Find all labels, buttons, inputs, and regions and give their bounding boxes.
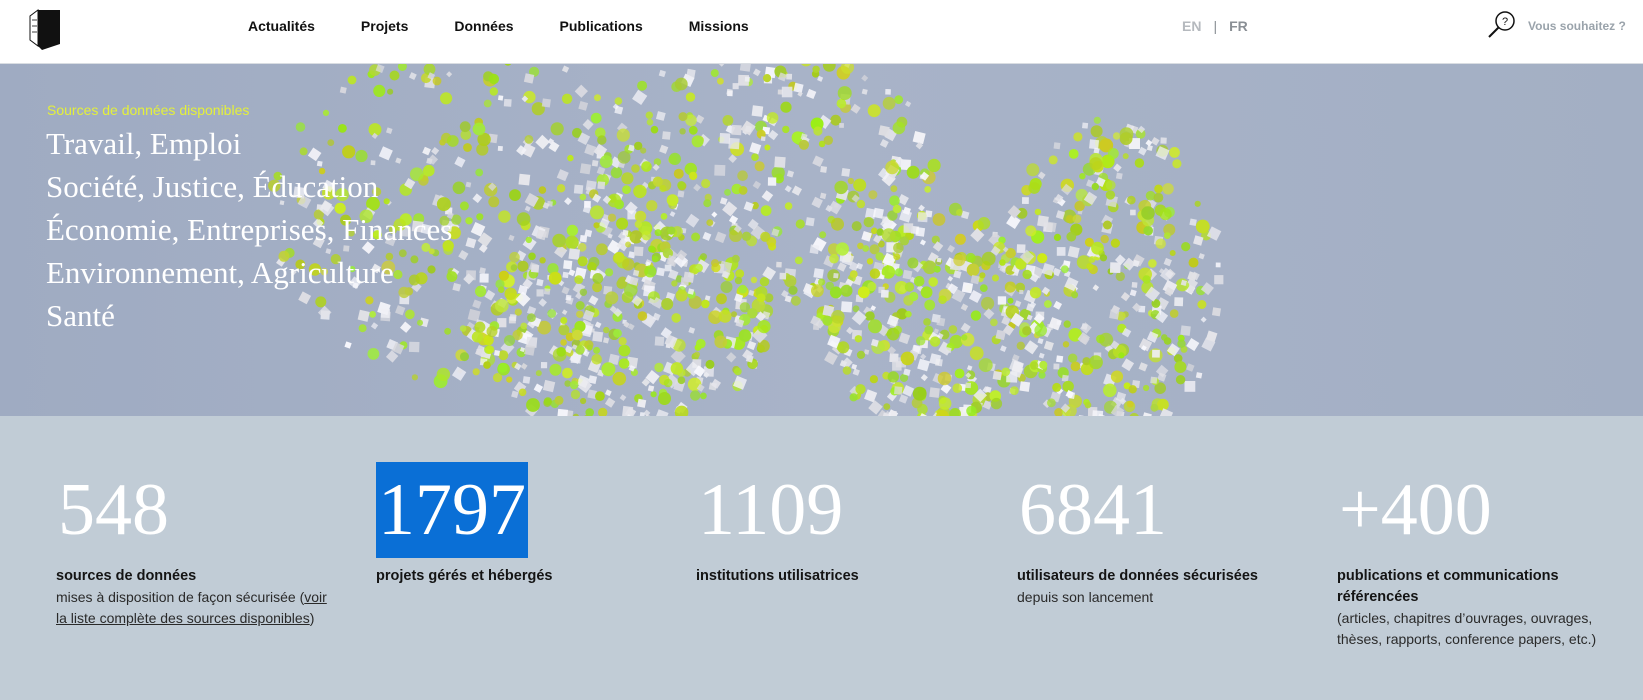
hero-kicker: Sources de données disponibles (47, 102, 250, 118)
stat-label: sources de données (56, 568, 197, 584)
stats-section: 548 sources de données mises à dispositi… (0, 416, 1643, 700)
site-header: Actualités Projets Données Publications … (0, 0, 1643, 64)
stat-description: depuis son lancement (1017, 589, 1154, 605)
stat-projects: 1797 projets gérés et hébergés (376, 462, 656, 587)
hero-topic[interactable]: Société, Justice, Éducation (46, 165, 452, 208)
nav-actualites[interactable]: Actualités (248, 18, 315, 34)
nav-publications[interactable]: Publications (560, 18, 643, 34)
stat-label: utilisateurs de données sécurisées (1017, 568, 1258, 584)
stat-value: 6841 (1019, 469, 1167, 551)
svg-text:?: ? (1502, 16, 1508, 28)
stat-description: mises à disposition de façon sécurisée (… (56, 589, 327, 626)
stat-value: 1109 (698, 469, 844, 551)
stat-value: +400 (1339, 469, 1492, 551)
stat-publications: +400 publications et communications réfé… (1337, 462, 1627, 650)
casd-logo-icon[interactable] (24, 6, 64, 52)
nav-projets[interactable]: Projets (361, 18, 408, 34)
nav-donnees[interactable]: Données (454, 18, 513, 34)
stat-value: 1797 (376, 462, 528, 558)
stat-label: projets gérés et hébergés (376, 568, 553, 584)
lang-en[interactable]: EN (1182, 18, 1201, 34)
question-search-icon[interactable]: ? (1487, 10, 1517, 40)
stat-description: (articles, chapitres d’ouvrages, ouvrage… (1337, 610, 1597, 647)
stat-label: publications et communications référencé… (1337, 568, 1559, 605)
hero-topic[interactable]: Santé (46, 294, 452, 337)
hero-topic[interactable]: Économie, Entreprises, Finances (46, 208, 452, 251)
main-nav: Actualités Projets Données Publications … (248, 0, 795, 52)
stat-users: 6841 utilisateurs de données sécurisées … (1017, 462, 1297, 608)
stat-institutions: 1109 institutions utilisatrices (696, 462, 976, 587)
hero-topic-list: Travail, Emploi Société, Justice, Éducat… (46, 122, 452, 337)
hero-topic[interactable]: Environnement, Agriculture (46, 251, 452, 294)
nav-missions[interactable]: Missions (689, 18, 749, 34)
stat-label: institutions utilisatrices (696, 568, 859, 584)
lang-separator: | (1213, 18, 1218, 34)
language-switcher: EN | FR (1182, 0, 1248, 52)
stat-value: 548 (58, 469, 169, 551)
search-label[interactable]: Vous souhaitez ? (1528, 0, 1626, 52)
lang-fr[interactable]: FR (1229, 18, 1248, 34)
stat-sources: 548 sources de données mises à dispositi… (56, 462, 336, 629)
hero-topic[interactable]: Travail, Emploi (46, 122, 452, 165)
hero-banner: Sources de données disponibles Travail, … (0, 64, 1643, 416)
